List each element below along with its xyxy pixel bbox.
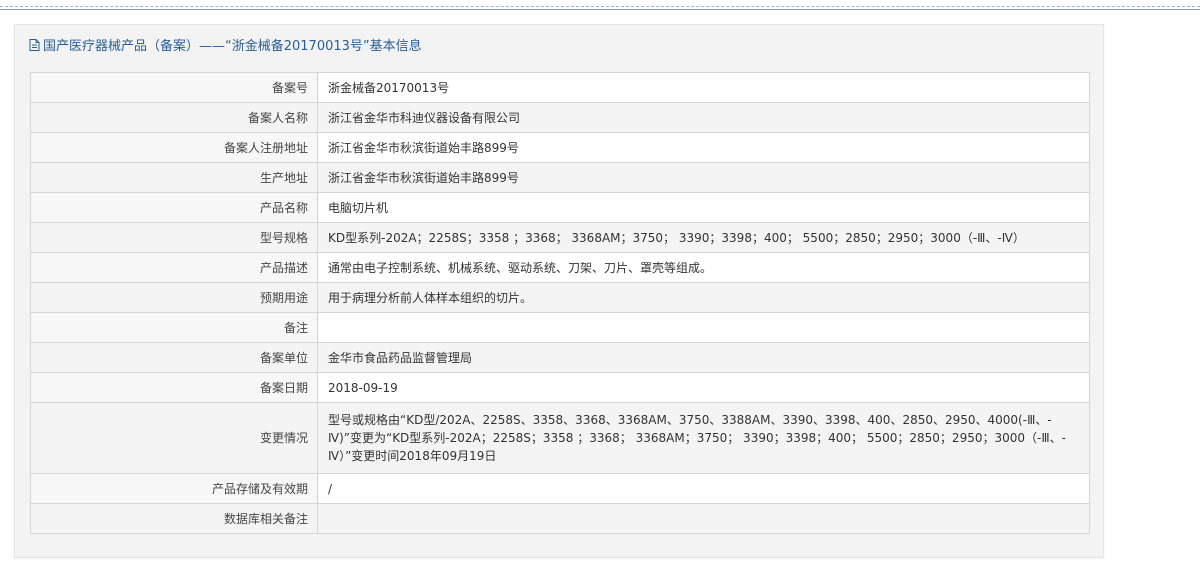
panel-header: 国产医疗器械产品（备案）——“浙金械备20170013号”基本信息 xyxy=(15,25,1103,63)
row-label: 备案单位 xyxy=(30,342,318,373)
row-value: 用于病理分析前人体样本组织的切片。 xyxy=(317,282,1090,313)
top-solid-rule xyxy=(0,9,1200,10)
row-label: 生产地址 xyxy=(30,162,318,193)
row-value: 金华市食品药品监督管理局 xyxy=(317,342,1090,373)
table-row: 备案人名称 浙江省金华市科迪仪器设备有限公司 xyxy=(30,102,1090,133)
row-label: 备案人注册地址 xyxy=(30,132,318,163)
row-label: 备案日期 xyxy=(30,372,318,403)
row-value: 型号或规格由“KD型/202A、2258S、3358、3368、3368AM、3… xyxy=(317,402,1090,474)
row-value: KD型系列-202A；2258S；3358 ；3368； 3368AM；3750… xyxy=(317,222,1090,253)
table-row: 备案单位 金华市食品药品监督管理局 xyxy=(30,342,1090,373)
row-value xyxy=(317,503,1090,534)
row-value: 电脑切片机 xyxy=(317,192,1090,223)
table-row: 备案人注册地址 浙江省金华市秋滨街道始丰路899号 xyxy=(30,132,1090,163)
row-label: 数据库相关备注 xyxy=(30,503,318,534)
info-panel: 国产医疗器械产品（备案）——“浙金械备20170013号”基本信息 备案号 浙金… xyxy=(14,24,1104,558)
table-row: 产品描述 通常由电子控制系统、机械系统、驱动系统、刀架、刀片、罩壳等组成。 xyxy=(30,252,1090,283)
info-table: 备案号 浙金械备20170013号 备案人名称 浙江省金华市科迪仪器设备有限公司… xyxy=(30,72,1090,534)
table-row: 备案日期 2018-09-19 xyxy=(30,372,1090,403)
row-label: 产品名称 xyxy=(30,192,318,223)
row-value: 通常由电子控制系统、机械系统、驱动系统、刀架、刀片、罩壳等组成。 xyxy=(317,252,1090,283)
table-row: 生产地址 浙江省金华市秋滨街道始丰路899号 xyxy=(30,162,1090,193)
row-value: 浙江省金华市秋滨街道始丰路899号 xyxy=(317,132,1090,163)
page-title: 国产医疗器械产品（备案）——“浙金械备20170013号”基本信息 xyxy=(43,38,422,54)
table-row: 备案号 浙金械备20170013号 xyxy=(30,72,1090,103)
table-row: 备注 xyxy=(30,312,1090,343)
table-row: 预期用途 用于病理分析前人体样本组织的切片。 xyxy=(30,282,1090,313)
row-label: 备案号 xyxy=(30,72,318,103)
document-icon xyxy=(29,39,40,51)
table-row: 型号规格 KD型系列-202A；2258S；3358 ；3368； 3368AM… xyxy=(30,222,1090,253)
row-value: / xyxy=(317,473,1090,504)
row-value: 浙江省金华市科迪仪器设备有限公司 xyxy=(317,102,1090,133)
row-value: 2018-09-19 xyxy=(317,372,1090,403)
top-dashed-rule xyxy=(0,6,1200,7)
row-label: 型号规格 xyxy=(30,222,318,253)
row-label: 备注 xyxy=(30,312,318,343)
row-label: 预期用途 xyxy=(30,282,318,313)
row-value: 浙金械备20170013号 xyxy=(317,72,1090,103)
row-value xyxy=(317,312,1090,343)
row-label: 产品描述 xyxy=(30,252,318,283)
row-label: 变更情况 xyxy=(30,402,318,474)
row-value: 浙江省金华市秋滨街道始丰路899号 xyxy=(317,162,1090,193)
table-row: 变更情况 型号或规格由“KD型/202A、2258S、3358、3368、336… xyxy=(30,402,1090,474)
row-label: 备案人名称 xyxy=(30,102,318,133)
table-row: 产品名称 电脑切片机 xyxy=(30,192,1090,223)
info-table-wrapper: 备案号 浙金械备20170013号 备案人名称 浙江省金华市科迪仪器设备有限公司… xyxy=(30,72,1090,534)
table-row: 产品存储及有效期 / xyxy=(30,473,1090,504)
table-row: 数据库相关备注 xyxy=(30,503,1090,534)
row-label: 产品存储及有效期 xyxy=(30,473,318,504)
